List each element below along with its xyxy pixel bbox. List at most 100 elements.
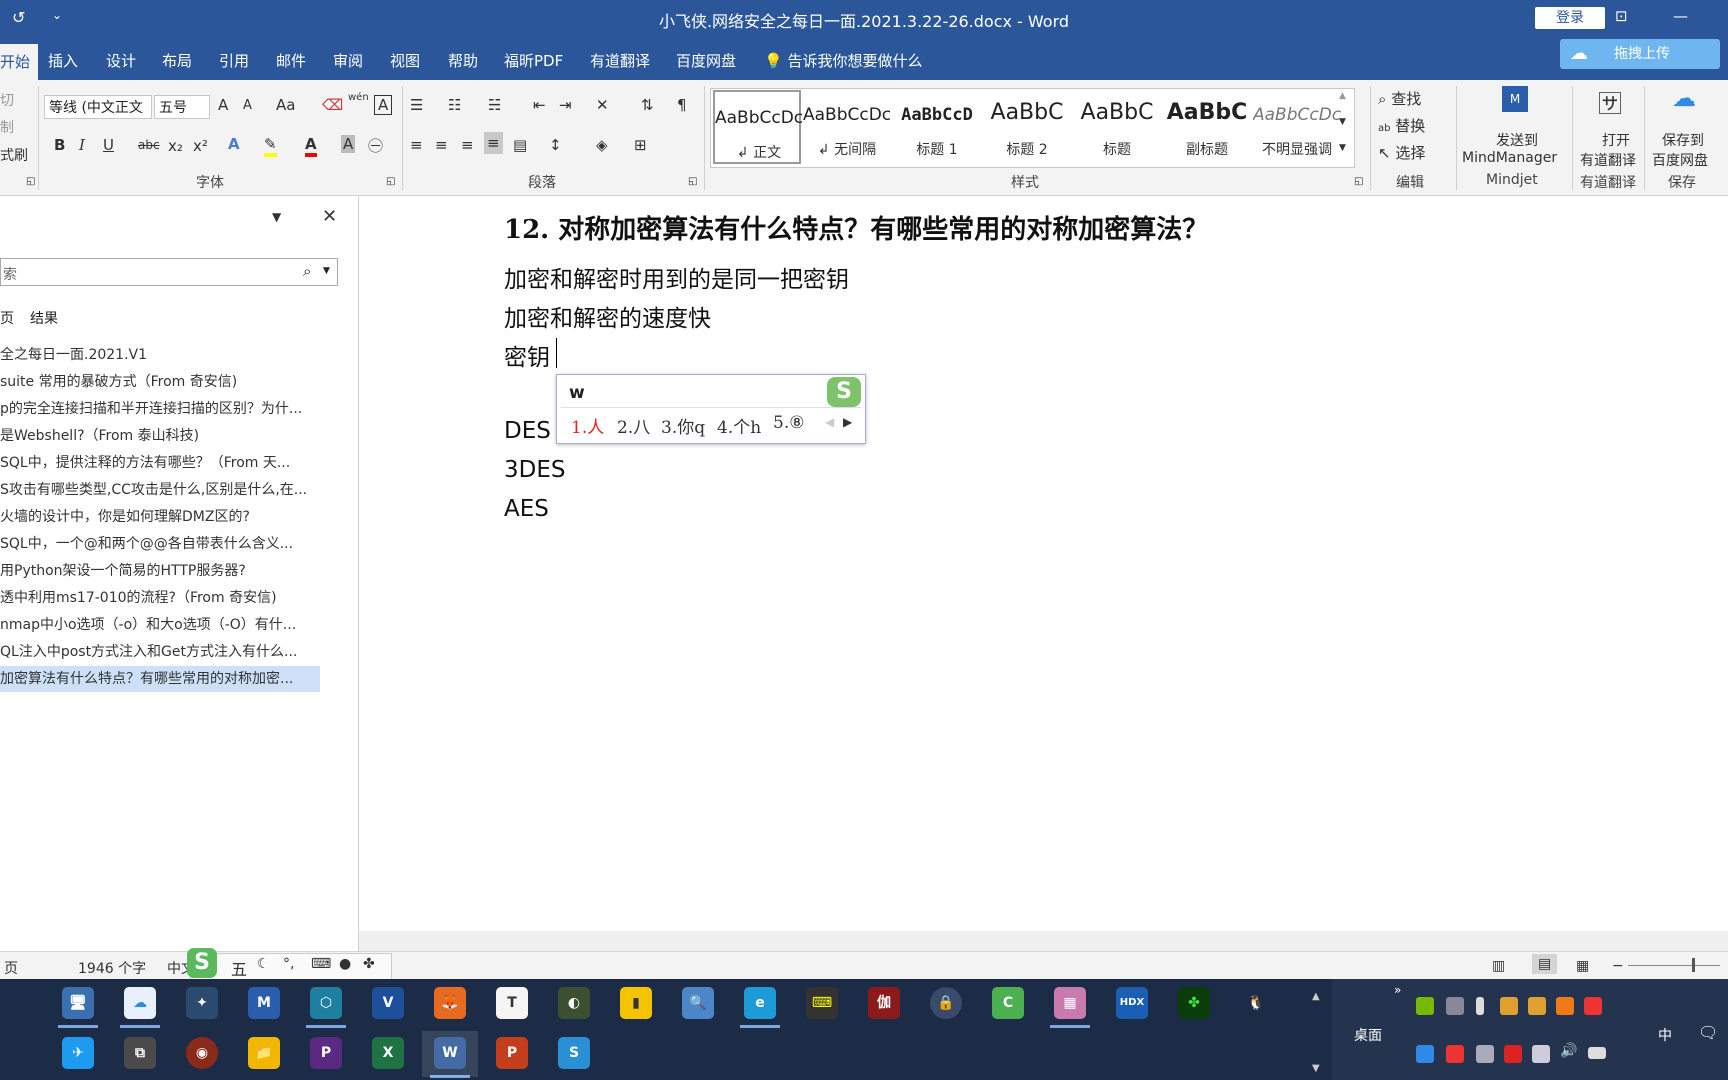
chevron-down-icon[interactable]: ▼ (323, 266, 330, 276)
taskbar-app-sticky-notes[interactable]: ▮ (620, 987, 652, 1019)
nav-heading-item[interactable]: 用Python架设一个简易的HTTP服务器? (0, 558, 320, 584)
taskbar-app-spark[interactable]: ✦ (186, 987, 218, 1019)
drag-upload-button[interactable]: ☁ 拖拽上传 (1560, 39, 1720, 69)
style-normal[interactable]: AaBbCcDc ↲ 正文 (713, 90, 803, 164)
page-indicator[interactable]: 页 (4, 958, 18, 978)
security-icon[interactable] (1584, 997, 1602, 1015)
justify-icon[interactable]: ≡ (484, 132, 503, 154)
save-to-baidu-button[interactable]: ☁ 保存到 百度网盘 (1648, 80, 1728, 170)
send-to-mindmanager-button[interactable]: M 发送到 MindManager (1460, 80, 1570, 170)
tab-references[interactable]: 引用 (219, 50, 249, 71)
text-effects-icon[interactable]: A (228, 135, 240, 153)
taskbar-app-firefox[interactable]: 🦊 (434, 987, 466, 1019)
taskbar-app-network[interactable]: ⧉ (124, 1037, 156, 1069)
tab-mailings[interactable]: 邮件 (276, 50, 306, 71)
italic-button[interactable]: I (79, 136, 85, 154)
qq-tray-icon[interactable] (1500, 997, 1518, 1015)
ime-candidate[interactable]: 2.八 (617, 413, 650, 438)
taskbar-app-vmware[interactable]: ⬡ (310, 987, 342, 1019)
enclose-characters-icon[interactable]: ㊀ (368, 135, 383, 156)
zoom-out-icon[interactable]: − (1612, 958, 1624, 974)
tab-view[interactable]: 视图 (390, 50, 420, 71)
taskbar-app-qq[interactable]: 🐧 (1240, 987, 1272, 1019)
taskbar-app-avatar[interactable]: ◉ (186, 1037, 218, 1069)
tell-me-box[interactable]: 💡 告诉我你想要做什么 (764, 50, 922, 71)
word-count[interactable]: 1946 个字 (78, 958, 146, 978)
sogou-tray-icon[interactable] (1446, 1045, 1464, 1063)
search-icon[interactable]: ⌕ (303, 262, 311, 280)
font-name-select[interactable]: 等线 (中文正文 (44, 95, 152, 119)
superscript-button[interactable]: x² (193, 137, 208, 155)
toolbox-icon[interactable]: ✤ (363, 956, 375, 972)
taskbar-app-typora[interactable]: T (496, 987, 528, 1019)
taskbar-app-lock[interactable]: 🔒 (930, 987, 962, 1019)
volume-icon[interactable]: 🔊 (1560, 1043, 1577, 1059)
numbering-icon[interactable]: ☷ (448, 96, 461, 114)
style-heading-1[interactable]: AaBbCcD 标题 1 (893, 89, 981, 165)
replace-button[interactable]: ab 替换 (1378, 115, 1425, 136)
taskbar-app-image[interactable]: ▦ (1054, 987, 1086, 1019)
taskbar-app-sogou[interactable]: S (558, 1037, 590, 1069)
tab-youdao[interactable]: 有道翻译 (590, 50, 650, 71)
taskbar-app-explorer[interactable]: 📁 (248, 1037, 280, 1069)
taskbar-scroll-down-icon[interactable]: ▼ (1312, 1063, 1320, 1074)
nav-heading-item[interactable]: suite 常用的暴破方式（From 奇安信) (0, 369, 320, 395)
sogou-logo-icon[interactable]: S (187, 948, 217, 978)
paragraph-dialog-launcher-icon[interactable]: ◱ (688, 176, 697, 187)
horizontal-scroll-strip[interactable] (359, 931, 1728, 951)
chinese-layout-icon[interactable]: ✕ (596, 96, 609, 114)
clear-formatting-icon[interactable]: ⌫ (322, 96, 343, 114)
tab-baidu-netdisk[interactable]: 百度网盘 (676, 50, 736, 71)
nav-heading-item[interactable]: QL注入中post方式注入和Get方式注入有什么... (0, 639, 320, 665)
line-spacing-icon[interactable]: ↕ (549, 136, 562, 154)
align-center-icon[interactable]: ≡ (435, 136, 448, 154)
styles-dialog-launcher-icon[interactable]: ◱ (1354, 176, 1363, 187)
nav-heading-item[interactable]: 全之每日一面.2021.V1 (0, 342, 320, 368)
nav-heading-item[interactable]: SQL中，一个@和两个@@各自带表什么含义... (0, 531, 320, 557)
show-marks-icon[interactable]: ¶ (677, 96, 687, 114)
nav-heading-item[interactable]: p的完全连接扫描和半开连接扫描的区别？为什... (0, 396, 320, 422)
document-canvas[interactable]: 12. 对称加密算法有什么特点？有哪些常用的对称加密算法？ 加密和解密时用到的是… (359, 196, 1728, 931)
punctuation-icon[interactable]: °, (283, 956, 294, 972)
tab-home[interactable]: 开始 (0, 44, 39, 80)
taskbar-app-feishu[interactable]: ✈ (62, 1037, 94, 1069)
tab-design[interactable]: 设计 (106, 50, 136, 71)
clipboard-dialog-launcher-icon[interactable]: ◱ (26, 176, 35, 187)
style-title[interactable]: AaBbC 标题 (1073, 89, 1161, 165)
taskbar-app-camtasia[interactable]: C (992, 987, 1024, 1019)
tab-review[interactable]: 审阅 (333, 50, 363, 71)
style-subtitle[interactable]: AaBbC 副标题 (1163, 89, 1251, 165)
font-size-select[interactable]: 五号 (154, 95, 210, 119)
grow-font-icon[interactable]: A (218, 96, 228, 114)
character-border-icon[interactable]: A (374, 95, 393, 115)
user-icon[interactable]: ● (339, 956, 351, 972)
taskbar-app-edge[interactable]: e (744, 987, 776, 1019)
styles-scroll-down-icon[interactable]: ▼ (1339, 117, 1346, 127)
taskbar-app-iqiyi[interactable]: ✤ (1178, 987, 1210, 1019)
nvidia-icon[interactable] (1416, 997, 1434, 1015)
copy-button[interactable]: 制 (0, 117, 14, 137)
web-layout-icon[interactable]: ▦ (1576, 958, 1589, 974)
taskbar-app-foxit-pdf[interactable]: P (310, 1037, 342, 1069)
character-shading-icon[interactable]: A (341, 135, 356, 153)
nav-tab-results[interactable]: 结果 (30, 308, 58, 328)
input-language-indicator[interactable]: 中 (1658, 1025, 1672, 1045)
style-heading-2[interactable]: AaBbC 标题 2 (983, 89, 1071, 165)
taskbar-app-baidu-netdisk[interactable]: ☁ (124, 987, 156, 1019)
increase-indent-icon[interactable]: ⇥ (559, 96, 572, 114)
sort-icon[interactable]: ⇅ (641, 96, 654, 114)
bold-button[interactable]: B (54, 136, 65, 154)
shrink-font-icon[interactable]: A (243, 98, 252, 113)
select-button[interactable]: ↖ 选择 (1378, 142, 1425, 163)
ime-prev-page-icon[interactable]: ◀ (825, 415, 834, 429)
format-painter-button[interactable]: 式刷 (0, 145, 28, 165)
align-left-icon[interactable]: ≡ (410, 136, 423, 154)
bullets-icon[interactable]: ☰ (410, 96, 423, 114)
ime-next-page-icon[interactable]: ▶ (843, 415, 852, 429)
nav-heading-item[interactable]: nmap中小o选项（-o）和大o选项（-O）有什... (0, 612, 320, 638)
nav-heading-item[interactable]: SQL中，提供注释的方法有哪些？（From 天... (0, 450, 320, 476)
style-subtle-emphasis[interactable]: AaBbCcDc 不明显强调 (1253, 89, 1341, 165)
microphone-icon[interactable] (1476, 997, 1484, 1015)
taskbar-app-mindmanager[interactable]: M (248, 987, 280, 1019)
taskbar-app-tool[interactable]: ◐ (558, 987, 590, 1019)
